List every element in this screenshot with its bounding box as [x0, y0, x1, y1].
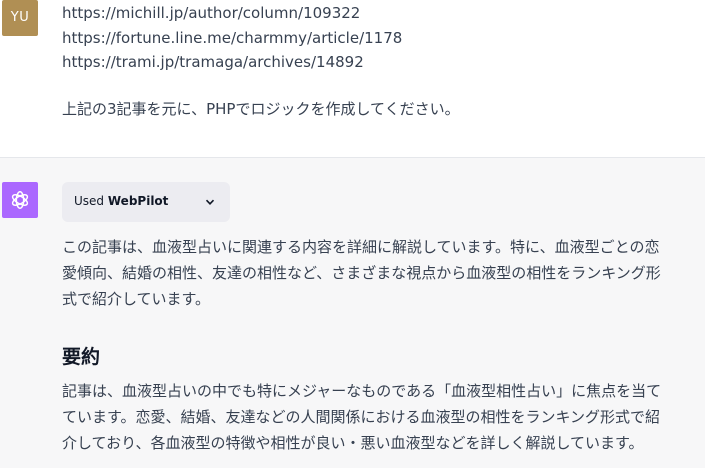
plugin-name: WebPilot	[107, 194, 169, 208]
summary-paragraph: 記事は、血液型占いの中でも特にメジャーなものである「血液型相性占い」に焦点を当て…	[62, 378, 702, 456]
paragraph-line: この記事は、血液型占いに関連する内容を詳細に解説しています。特に、血液型ごとの恋	[62, 238, 660, 256]
url-link[interactable]: https://trami.jp/tramaga/archives/14892	[62, 53, 364, 71]
plugin-used-label: Used	[74, 194, 105, 208]
paragraph-line: 愛傾向、結婚の相性、友達の相性など、さまざまな視点から血液型の相性をランキング形	[62, 264, 661, 282]
paragraph-line: ています。恋愛、結婚、友達などの人間関係における血液型の相性をランキング形式で紹	[62, 408, 661, 426]
user-message: YU https://michill.jp/author/column/1093…	[0, 0, 705, 158]
intro-paragraph: この記事は、血液型占いに関連する内容を詳細に解説しています。特に、血液型ごとの恋…	[62, 234, 702, 312]
chevron-down-icon	[205, 199, 215, 205]
paragraph-line: 記事は、血液型占いの中でも特にメジャーなものである「血液型相性占い」に焦点を当て	[62, 382, 662, 400]
user-instruction-text: 上記の3記事を元に、PHPでロジックを作成してください。	[62, 100, 460, 118]
assistant-avatar	[2, 182, 38, 218]
summary-heading: 要約	[62, 346, 101, 368]
assistant-message: Used WebPilot この記事は、血液型占いに関連する内容を詳細に解説して…	[0, 158, 705, 468]
paragraph-line: 介しており、各血液型の特徴や相性が良い・悪い血液型などを詳しく解説しています。	[62, 434, 644, 452]
plugin-used-toggle[interactable]: Used WebPilot	[62, 182, 230, 222]
url-link[interactable]: https://fortune.line.me/charmmy/article/…	[62, 29, 402, 47]
url-link[interactable]: https://michill.jp/author/column/109322	[62, 4, 360, 22]
paragraph-line: 式で紹介しています。	[62, 290, 211, 308]
user-avatar: YU	[2, 0, 38, 36]
openai-logo-icon	[11, 191, 29, 209]
